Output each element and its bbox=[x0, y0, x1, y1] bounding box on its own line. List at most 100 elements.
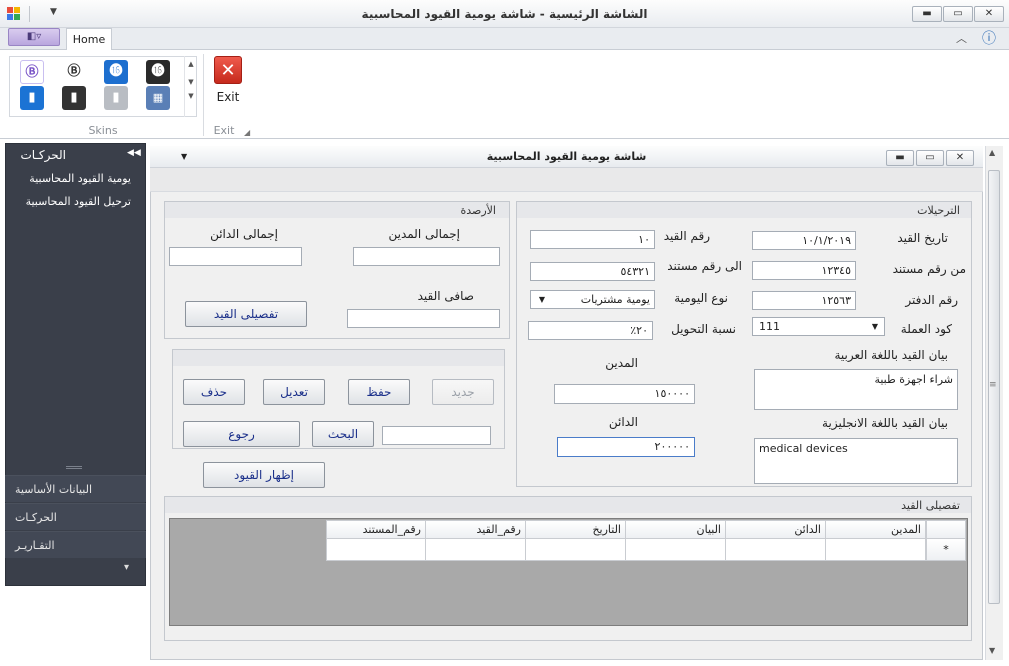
currency-label: كود العملة bbox=[900, 322, 952, 336]
skins-gallery-scroll[interactable]: ▲ ▼ ▼ bbox=[184, 56, 197, 117]
grid-col-credit[interactable]: الدائن bbox=[726, 520, 826, 539]
currency-select[interactable]: 111 ▼ bbox=[752, 317, 885, 336]
rate-field[interactable]: ٢٠٪ bbox=[528, 321, 653, 340]
child-menu-icon[interactable]: ▼ bbox=[181, 152, 187, 161]
ribbon-group-separator bbox=[203, 54, 204, 136]
from-doc-label: من رقم مستند bbox=[892, 262, 966, 276]
postings-group-title: الترحيلات bbox=[917, 204, 960, 217]
journal-type-value: يومية مشتريات bbox=[580, 293, 650, 306]
entry-date-field[interactable]: ١٠/١/٢٠١٩ bbox=[752, 231, 856, 250]
new-button[interactable]: جديد bbox=[432, 379, 494, 405]
scroll-down-icon[interactable]: ▼ bbox=[989, 646, 995, 655]
total-debit-field[interactable] bbox=[353, 247, 500, 266]
child-minimize-button[interactable]: ▬ bbox=[886, 150, 914, 166]
window-title: الشاشة الرئيسية - شاشة يومية القيود المح… bbox=[361, 7, 648, 21]
to-doc-label: الى رقم مستند bbox=[667, 259, 742, 273]
scroll-grip-icon: ≡ bbox=[989, 380, 997, 390]
journal-window-title: شاشة يومية القيود المحاسبية bbox=[150, 146, 983, 168]
grid-col-doc-no[interactable]: رقم_المستند bbox=[326, 520, 426, 539]
rate-label: نسبة التحويل bbox=[671, 322, 736, 336]
desc-en-field[interactable]: medical devices bbox=[754, 438, 958, 484]
nav-collapse-icon[interactable]: ◀◀ bbox=[127, 148, 141, 158]
desc-ar-label: بيان القيد باللغة العربية bbox=[834, 348, 949, 362]
exit-group-launcher-icon[interactable]: ◢ bbox=[244, 128, 250, 137]
scroll-up-icon[interactable]: ▲ bbox=[989, 148, 995, 157]
skin-2019-black-icon[interactable]: Ⓑ bbox=[62, 60, 86, 84]
debit-label: المدين bbox=[605, 356, 638, 370]
net-label: صافى القيد bbox=[417, 289, 474, 303]
nav-group-basic-data[interactable]: البيانات الأساسية bbox=[5, 475, 146, 502]
credit-label: الدائن bbox=[608, 415, 638, 429]
nav-link-journal-entries[interactable]: يومية القيود المحاسبية bbox=[15, 172, 131, 185]
nav-more-icon[interactable]: ▾ bbox=[124, 562, 129, 573]
grid-header-indicator bbox=[926, 520, 966, 539]
search-button[interactable]: البحث bbox=[312, 421, 374, 447]
nav-splitter[interactable] bbox=[66, 466, 82, 469]
edit-button[interactable]: تعديل bbox=[263, 379, 325, 405]
grid-cell[interactable] bbox=[826, 539, 926, 561]
chevron-down-icon[interactable]: ▼ bbox=[535, 291, 549, 308]
entry-details-button[interactable]: تفصيلى القيد bbox=[185, 301, 307, 327]
nav-header: الحركـات bbox=[20, 148, 66, 162]
actions-panel-header bbox=[173, 350, 504, 366]
skin-office-blue-icon[interactable]: ▮ bbox=[20, 86, 44, 110]
maximize-button[interactable]: ▭ bbox=[943, 6, 973, 22]
nav-group-reports[interactable]: التقـاريـر bbox=[5, 531, 146, 558]
grid-col-date[interactable]: التاريخ bbox=[526, 520, 626, 539]
chevron-down-icon[interactable]: ▼ bbox=[868, 318, 882, 335]
entry-no-label: رقم القيد bbox=[663, 229, 710, 243]
skin-office-black-icon[interactable]: ▮ bbox=[62, 86, 86, 110]
desc-ar-field[interactable]: شراء اجهزة طبية bbox=[754, 369, 958, 410]
search-input[interactable] bbox=[382, 426, 491, 445]
window-toolbar-strip bbox=[150, 168, 983, 192]
ribbon-tab-strip bbox=[0, 28, 1009, 50]
book-no-field[interactable]: ١٢٥٦٣ bbox=[752, 291, 856, 310]
close-button[interactable]: ✕ bbox=[974, 6, 1004, 22]
back-button[interactable]: رجوع bbox=[183, 421, 300, 447]
skin-2016-black-icon[interactable]: ⓰ bbox=[146, 60, 170, 84]
balances-group-title: الأرصدة bbox=[460, 204, 496, 217]
net-field[interactable] bbox=[347, 309, 500, 328]
grid-col-debit[interactable]: المدين bbox=[826, 520, 926, 539]
skin-office-white-icon[interactable]: ▮ bbox=[104, 86, 128, 110]
to-doc-field[interactable]: ٥٤٣٢١ bbox=[530, 262, 655, 281]
show-entries-button[interactable]: إظهار القيود bbox=[203, 462, 325, 488]
desc-en-label: بيان القيد باللغة الانجليزية bbox=[822, 416, 948, 430]
grid-cell[interactable] bbox=[426, 539, 526, 561]
minimize-button[interactable]: ▬ bbox=[912, 6, 942, 22]
total-credit-label: إجمالى الدائن bbox=[210, 227, 278, 241]
app-menu-button[interactable]: ◧▿ bbox=[8, 28, 60, 46]
nav-group-transactions[interactable]: الحركـات bbox=[5, 503, 146, 530]
from-doc-field[interactable]: ١٢٣٤٥ bbox=[752, 261, 856, 280]
delete-button[interactable]: حذف bbox=[183, 379, 245, 405]
book-no-label: رقم الدفتر bbox=[905, 293, 958, 307]
nav-link-post-entries[interactable]: ترحيل القيود المحاسبية bbox=[15, 195, 131, 208]
entry-no-field[interactable]: ١٠ bbox=[530, 230, 655, 249]
credit-field[interactable]: ٢٠٠٠٠٠ bbox=[557, 437, 695, 457]
ribbon-collapse-icon[interactable]: ︿ bbox=[956, 30, 967, 46]
child-maximize-button[interactable]: ▭ bbox=[916, 150, 944, 166]
grid-cell[interactable] bbox=[626, 539, 726, 561]
details-group-header bbox=[165, 497, 971, 513]
debit-field[interactable]: ١٥٠٠٠٠ bbox=[554, 384, 695, 404]
skin-2016-colorful-icon[interactable]: ⓰ bbox=[104, 60, 128, 84]
save-button[interactable]: حفظ bbox=[348, 379, 410, 405]
help-icon[interactable]: ⓘ bbox=[982, 28, 996, 48]
grid-col-entry-no[interactable]: رقم_القيد bbox=[426, 520, 526, 539]
tab-home[interactable]: Home bbox=[66, 28, 112, 51]
child-close-button[interactable]: ✕ bbox=[946, 150, 974, 166]
entry-date-label: تاريخ القيد bbox=[897, 231, 948, 245]
exit-button[interactable]: Exit bbox=[212, 90, 244, 104]
grid-cell[interactable] bbox=[526, 539, 626, 561]
grid-row-indicator[interactable]: * bbox=[926, 539, 966, 561]
grid-col-statement[interactable]: البيان bbox=[626, 520, 726, 539]
skin-gallery-icon[interactable]: ▦ bbox=[146, 86, 170, 110]
exit-group-label: Exit bbox=[213, 124, 235, 137]
exit-icon[interactable]: ✕ bbox=[214, 56, 242, 84]
total-credit-field[interactable] bbox=[169, 247, 302, 266]
skin-2019-colorful-icon[interactable]: Ⓑ bbox=[20, 60, 44, 84]
journal-type-select[interactable]: يومية مشتريات ▼ bbox=[530, 290, 655, 309]
grid-cell[interactable] bbox=[726, 539, 826, 561]
skins-group-label: Skins bbox=[88, 124, 118, 137]
grid-cell[interactable] bbox=[326, 539, 426, 561]
